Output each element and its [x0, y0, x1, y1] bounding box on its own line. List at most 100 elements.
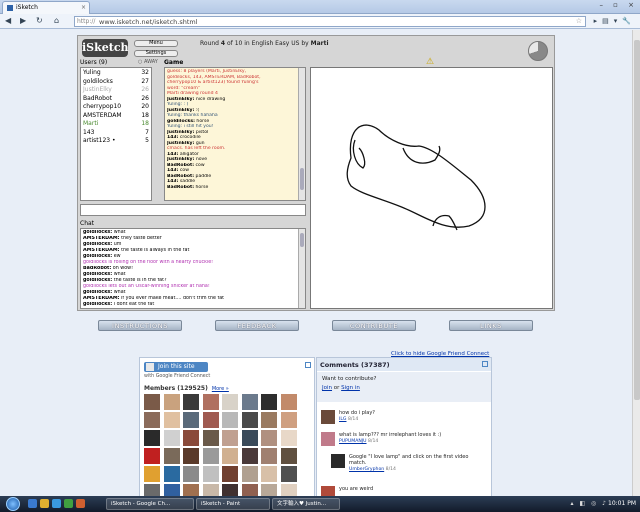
member-avatar[interactable]	[280, 466, 297, 482]
commenter-avatar[interactable]	[321, 410, 335, 424]
member-avatar[interactable]	[144, 394, 160, 410]
member-avatar[interactable]	[241, 466, 258, 482]
user-row[interactable]: cherrypop10 20	[83, 103, 149, 112]
warning-icon[interactable]: ⚠	[426, 57, 434, 67]
feedback-button[interactable]: FEEDBACK	[215, 320, 299, 331]
forward-icon[interactable]: ▶	[20, 16, 26, 25]
comments-expand-icon[interactable]	[482, 361, 488, 367]
user-row[interactable]: goldilocks 27	[83, 78, 149, 87]
chat-log-scroll-thumb[interactable]	[300, 233, 304, 247]
user-row[interactable]: Marti 18	[83, 120, 149, 129]
user-row[interactable]: BadRobot 26	[83, 95, 149, 104]
member-avatar[interactable]	[222, 484, 238, 496]
links-button[interactable]: LINKS	[449, 320, 533, 331]
comment-author[interactable]: UmberGryphon	[349, 467, 384, 472]
member-avatar[interactable]	[183, 412, 199, 428]
member-avatar[interactable]	[202, 448, 219, 464]
member-avatar[interactable]	[163, 394, 180, 410]
commenter-avatar[interactable]	[331, 454, 345, 468]
chrome-icon[interactable]	[64, 499, 73, 508]
taskbar-clock[interactable]: 10:01 PM	[608, 500, 636, 507]
member-avatar[interactable]	[241, 448, 258, 464]
comment-author[interactable]: PUPUMANJU	[339, 439, 367, 444]
member-avatar[interactable]	[261, 430, 277, 446]
instructions-button[interactable]: INSTRUCTIONS	[98, 320, 182, 331]
chat-log-scrollbar[interactable]	[298, 229, 305, 308]
member-avatar[interactable]	[163, 430, 180, 446]
member-avatar[interactable]	[163, 448, 180, 464]
member-avatar[interactable]	[280, 412, 297, 428]
member-avatar[interactable]	[280, 430, 297, 446]
show-desktop-icon[interactable]	[28, 499, 37, 508]
member-avatar[interactable]	[202, 412, 219, 428]
window-controls[interactable]: – ▫ ×	[599, 1, 638, 9]
member-avatar[interactable]	[202, 484, 219, 496]
drawing-canvas[interactable]	[310, 67, 553, 309]
signin-link[interactable]: Sign in	[341, 385, 360, 391]
member-avatar[interactable]	[183, 466, 199, 482]
member-avatar[interactable]	[144, 412, 160, 428]
member-avatar[interactable]	[261, 448, 277, 464]
page-scrollbar[interactable]	[632, 30, 640, 496]
taskbar-item-chrome[interactable]: iSketch - Google Ch...	[106, 498, 194, 510]
member-avatar[interactable]	[163, 484, 180, 496]
page-menu-icon[interactable]: ▸▤▾🔧	[594, 17, 636, 25]
member-avatar[interactable]	[261, 394, 277, 410]
member-avatar[interactable]	[202, 466, 219, 482]
system-tray-icons[interactable]: ▴ ◧ ◎ ♪	[571, 500, 608, 507]
member-avatar[interactable]	[222, 430, 238, 446]
member-avatar[interactable]	[280, 394, 297, 410]
member-avatar[interactable]	[144, 466, 160, 482]
member-avatar[interactable]	[241, 430, 258, 446]
media-icon[interactable]	[76, 499, 85, 508]
member-avatar[interactable]	[222, 394, 238, 410]
member-avatar[interactable]	[163, 466, 180, 482]
commenter-avatar[interactable]	[321, 486, 335, 496]
join-link[interactable]: Join	[322, 385, 332, 391]
taskbar-item-paint[interactable]: iSketch - Paint	[196, 498, 270, 510]
away-toggle[interactable]: ○ AWAY	[138, 59, 158, 65]
member-avatar[interactable]	[280, 484, 297, 496]
member-avatar[interactable]	[144, 448, 160, 464]
member-avatar[interactable]	[183, 394, 199, 410]
member-avatar[interactable]	[163, 412, 180, 428]
member-avatar[interactable]	[222, 412, 238, 428]
back-icon[interactable]: ◀	[5, 16, 11, 25]
close-tab-icon[interactable]: ×	[81, 4, 86, 11]
address-bar[interactable]: http:// www.isketch.net/isketch.shtml ☆	[74, 16, 586, 27]
more-members-link[interactable]: More »	[212, 386, 229, 392]
member-avatar[interactable]	[202, 394, 219, 410]
member-avatar[interactable]	[241, 394, 258, 410]
member-avatar[interactable]	[241, 484, 258, 496]
browser-tab[interactable]: iSketch ×	[2, 1, 90, 14]
reload-icon[interactable]: ↻	[36, 16, 43, 25]
member-avatar[interactable]	[183, 484, 199, 496]
game-log-scrollbar[interactable]	[298, 68, 305, 200]
ie-icon[interactable]	[52, 499, 61, 508]
menu-button[interactable]: Menu	[134, 40, 178, 47]
gfc-expand-icon[interactable]	[305, 362, 311, 368]
join-site-button[interactable]: Join this site	[144, 362, 208, 372]
page-scroll-thumb[interactable]	[634, 40, 640, 400]
explorer-icon[interactable]	[40, 499, 49, 508]
commenter-avatar[interactable]	[321, 432, 335, 446]
chat-input[interactable]	[80, 204, 306, 216]
settings-button[interactable]: Settings	[134, 50, 178, 57]
game-log-scroll-thumb[interactable]	[300, 168, 304, 190]
bookmark-star-icon[interactable]: ☆	[576, 17, 582, 25]
member-avatar[interactable]	[261, 412, 277, 428]
member-avatar[interactable]	[144, 430, 160, 446]
taskbar-item-chat[interactable]: 文字輸入♥ Justin...	[272, 498, 340, 510]
home-icon[interactable]: ⌂	[54, 16, 59, 25]
user-row[interactable]: Yuling 32	[83, 69, 149, 78]
member-avatar[interactable]	[222, 448, 238, 464]
member-avatar[interactable]	[261, 484, 277, 496]
member-avatar[interactable]	[183, 448, 199, 464]
contribute-button[interactable]: CONTRIBUTE	[332, 320, 416, 331]
member-avatar[interactable]	[261, 466, 277, 482]
member-avatar[interactable]	[280, 448, 297, 464]
user-row[interactable]: AMSTERDAM 18	[83, 112, 149, 121]
start-orb-icon[interactable]	[6, 497, 20, 511]
user-row[interactable]: artist123 • 5	[83, 137, 149, 146]
user-row[interactable]: JustinElky 26	[83, 86, 149, 95]
